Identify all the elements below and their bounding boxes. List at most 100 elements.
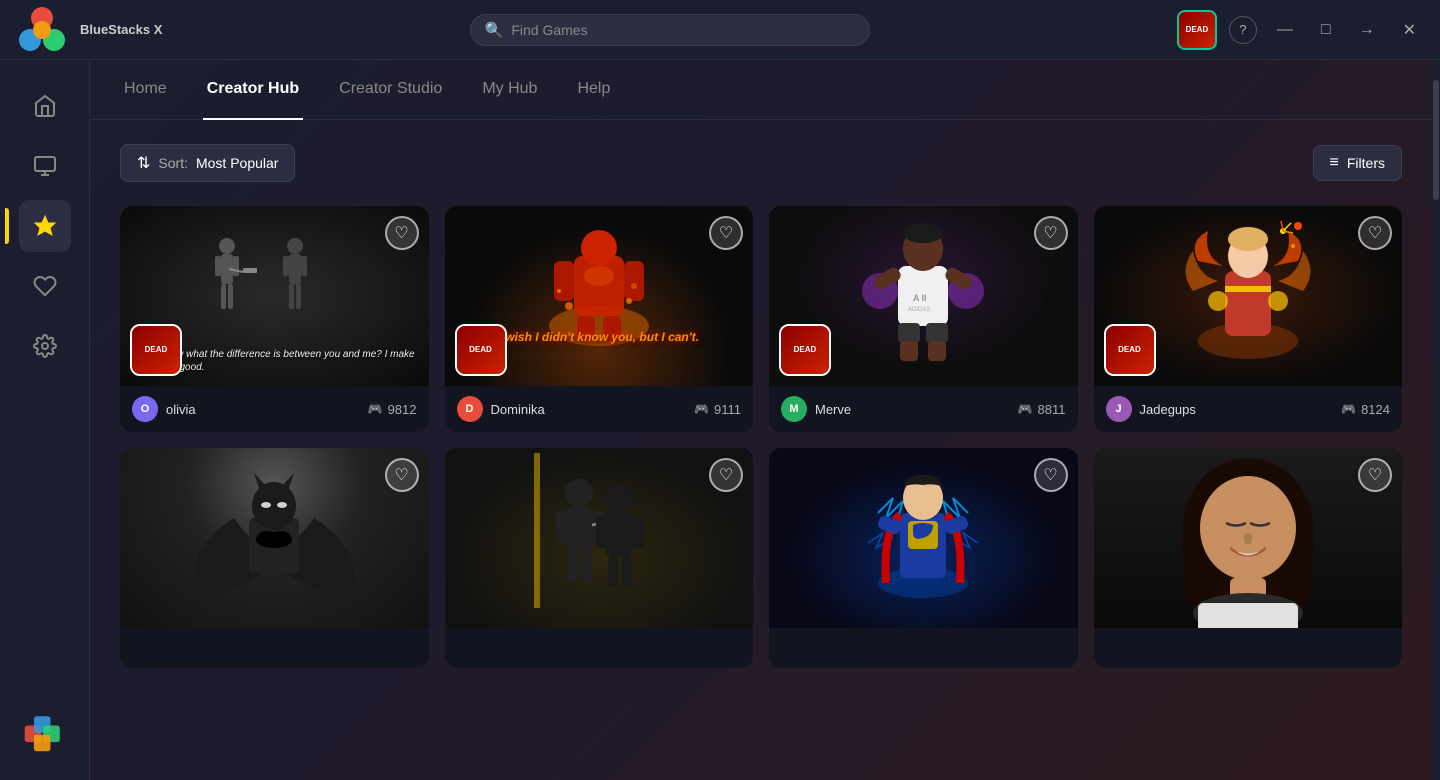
sort-button[interactable]: ⇅ Sort: Most Popular bbox=[120, 144, 295, 182]
nav-tabs: Home Creator Hub Creator Studio My Hub H… bbox=[90, 60, 1432, 120]
card-8[interactable]: ♡ bbox=[1094, 448, 1403, 668]
card-3[interactable]: A II ADIDAS bbox=[769, 206, 1078, 432]
card-6-thumb: ♡ bbox=[445, 448, 754, 628]
card-1-info: O olivia 🎮 9812 bbox=[120, 386, 429, 432]
card-8-thumb: ♡ bbox=[1094, 448, 1403, 628]
card-4-game-icon: DEAD bbox=[1104, 324, 1156, 376]
card-1-thumb: You know what the difference is between … bbox=[120, 206, 429, 386]
sidebar-item-home[interactable] bbox=[19, 80, 71, 132]
gamepad-icon-2: 🎮 bbox=[694, 402, 709, 416]
card-1-game-icon: DEAD bbox=[130, 324, 182, 376]
card-1-author-name: olivia bbox=[166, 402, 196, 417]
main-layout: Home Creator Hub Creator Studio My Hub H… bbox=[0, 60, 1440, 780]
filter-label: Filters bbox=[1347, 155, 1385, 171]
card-2-game-icon: DEAD bbox=[455, 324, 507, 376]
card-3-avatar: M bbox=[781, 396, 807, 422]
card-1-author: O olivia bbox=[132, 396, 196, 422]
card-8-heart[interactable]: ♡ bbox=[1358, 458, 1392, 492]
tab-home[interactable]: Home bbox=[120, 60, 171, 120]
card-2-plays: 🎮 9111 bbox=[694, 402, 741, 417]
card-grid: You know what the difference is between … bbox=[120, 206, 1402, 668]
gamepad-icon-3: 🎮 bbox=[1018, 402, 1033, 416]
card-5-heart[interactable]: ♡ bbox=[385, 458, 419, 492]
card-4-plays: 🎮 8124 bbox=[1341, 402, 1390, 417]
card-2-avatar: D bbox=[457, 396, 483, 422]
filter-button[interactable]: ≡ Filters bbox=[1313, 145, 1402, 181]
scrollbar-thumb[interactable] bbox=[1433, 80, 1439, 200]
sort-label: Sort: bbox=[158, 155, 188, 171]
maximize-button[interactable]: □ bbox=[1313, 17, 1339, 43]
card-2-thumb: I wish I didn't know you, but I can't. D… bbox=[445, 206, 754, 386]
card-1-heart[interactable]: ♡ bbox=[385, 216, 419, 250]
card-2[interactable]: I wish I didn't know you, but I can't. D… bbox=[445, 206, 754, 432]
card-2-author-name: Dominika bbox=[491, 402, 545, 417]
close-button[interactable]: ✕ bbox=[1395, 16, 1424, 44]
forward-button[interactable]: → bbox=[1351, 17, 1383, 43]
sort-icon: ⇅ bbox=[137, 153, 150, 173]
sidebar-item-favorites[interactable] bbox=[19, 260, 71, 312]
svg-text:A II: A II bbox=[913, 293, 927, 303]
title-bar-left: BlueStacks X bbox=[16, 4, 162, 56]
card-4-heart[interactable]: ♡ bbox=[1358, 216, 1392, 250]
card-3-game-icon: DEAD bbox=[779, 324, 831, 376]
card-1-plays: 🎮 9812 bbox=[368, 402, 417, 417]
card-1-avatar: O bbox=[132, 396, 158, 422]
filter-icon: ≡ bbox=[1330, 154, 1339, 172]
bluestacks-logo bbox=[16, 4, 68, 56]
card-3-thumb: A II ADIDAS bbox=[769, 206, 1078, 386]
card-7-thumb: ♡ bbox=[769, 448, 1078, 628]
sidebar-item-store[interactable] bbox=[19, 140, 71, 192]
card-2-author: D Dominika bbox=[457, 396, 545, 422]
card-5[interactable]: ♡ bbox=[120, 448, 429, 668]
sidebar-item-creator[interactable] bbox=[19, 200, 71, 252]
sidebar bbox=[0, 60, 90, 780]
card-4-author-name: Jadegups bbox=[1140, 402, 1196, 417]
sidebar-item-settings[interactable] bbox=[19, 320, 71, 372]
search-icon: 🔍 bbox=[485, 21, 504, 39]
title-bar: BlueStacks X 🔍 DEAD ? — □ → ✕ bbox=[0, 0, 1440, 60]
search-input[interactable] bbox=[511, 22, 854, 38]
card-2-heart[interactable]: ♡ bbox=[709, 216, 743, 250]
scrollbar-track[interactable] bbox=[1432, 60, 1440, 780]
search-bar[interactable]: 🔍 bbox=[470, 14, 870, 46]
brand-name: BlueStacks X bbox=[80, 22, 162, 37]
title-bar-right: DEAD ? — □ → ✕ bbox=[1177, 10, 1424, 50]
card-4-author: J Jadegups bbox=[1106, 396, 1196, 422]
tab-help[interactable]: Help bbox=[573, 60, 614, 120]
card-6[interactable]: ♡ bbox=[445, 448, 754, 668]
content-area: ⇅ Sort: Most Popular ≡ Filters bbox=[90, 120, 1432, 692]
card-2-info: D Dominika 🎮 9111 bbox=[445, 386, 754, 432]
card-5-thumb: ♡ bbox=[120, 448, 429, 628]
card-3-heart[interactable]: ♡ bbox=[1034, 216, 1068, 250]
card-8-info bbox=[1094, 628, 1403, 668]
card-4-thumb: DEAD ♡ bbox=[1094, 206, 1403, 386]
card-7-heart[interactable]: ♡ bbox=[1034, 458, 1068, 492]
gamepad-icon-4: 🎮 bbox=[1341, 402, 1356, 416]
gamepad-icon-1: 🎮 bbox=[368, 402, 383, 416]
card-6-info bbox=[445, 628, 754, 668]
current-game-avatar[interactable]: DEAD bbox=[1177, 10, 1217, 50]
card-4-info: J Jadegups 🎮 8124 bbox=[1094, 386, 1403, 432]
card-5-info bbox=[120, 628, 429, 668]
sidebar-bottom bbox=[21, 707, 69, 760]
sort-value: Most Popular bbox=[196, 155, 278, 171]
card-3-author: M Merve bbox=[781, 396, 851, 422]
card-1[interactable]: You know what the difference is between … bbox=[120, 206, 429, 432]
card-3-info: M Merve 🎮 8811 bbox=[769, 386, 1078, 432]
minimize-button[interactable]: — bbox=[1269, 17, 1301, 43]
main-content: Home Creator Hub Creator Studio My Hub H… bbox=[90, 60, 1432, 780]
toolbar: ⇅ Sort: Most Popular ≡ Filters bbox=[120, 144, 1402, 182]
tab-my-hub[interactable]: My Hub bbox=[478, 60, 541, 120]
card-7[interactable]: ♡ bbox=[769, 448, 1078, 668]
card-3-plays: 🎮 8811 bbox=[1018, 402, 1066, 417]
card-7-info bbox=[769, 628, 1078, 668]
card-4[interactable]: DEAD ♡ J Jadegups 🎮 8124 bbox=[1094, 206, 1403, 432]
card-3-author-name: Merve bbox=[815, 402, 851, 417]
svg-text:ADIDAS: ADIDAS bbox=[908, 307, 930, 313]
card-4-avatar: J bbox=[1106, 396, 1132, 422]
card-6-heart[interactable]: ♡ bbox=[709, 458, 743, 492]
tab-creator-hub[interactable]: Creator Hub bbox=[203, 60, 303, 120]
bluestacks-bottom-logo bbox=[21, 707, 69, 760]
tab-creator-studio[interactable]: Creator Studio bbox=[335, 60, 446, 120]
help-button[interactable]: ? bbox=[1229, 16, 1257, 44]
